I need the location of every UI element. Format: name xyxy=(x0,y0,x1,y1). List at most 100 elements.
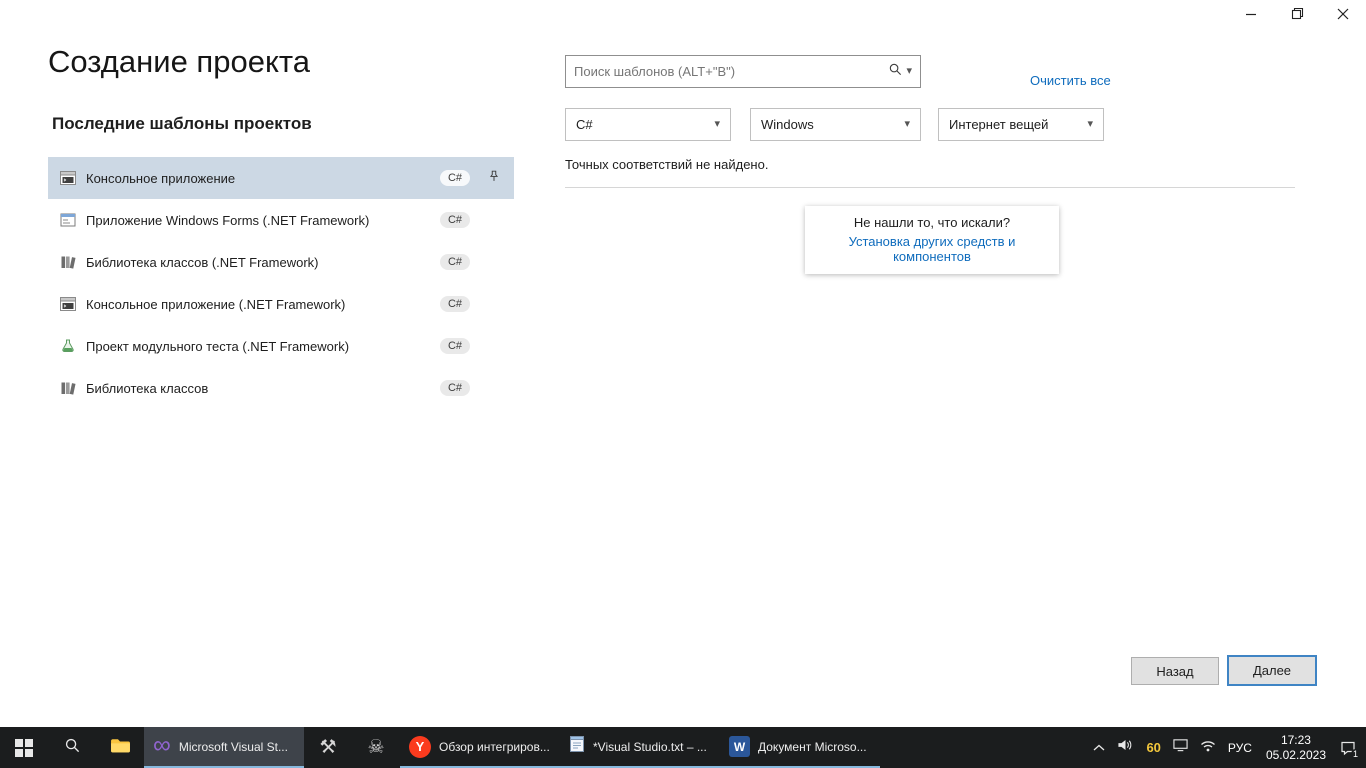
template-label: Приложение Windows Forms (.NET Framework… xyxy=(86,213,430,228)
platform-filter-value: Windows xyxy=(761,117,814,132)
notepad-icon xyxy=(569,735,585,758)
template-row-console-app-netfx[interactable]: Консольное приложение (.NET Framework) C… xyxy=(48,283,514,325)
back-button[interactable]: Назад xyxy=(1131,657,1219,685)
chevron-down-icon: ▾ xyxy=(1087,119,1093,130)
taskbar-app-label: Microsoft Visual St... xyxy=(179,740,295,754)
language-badge: C# xyxy=(440,170,470,186)
speaker-icon xyxy=(1117,738,1134,757)
class-library-icon xyxy=(60,254,76,270)
search-controls: ▾ xyxy=(888,62,912,82)
input-language-label: РУС xyxy=(1228,741,1252,755)
platform-filter-dropdown[interactable]: Windows ▾ xyxy=(750,108,921,141)
search-dropdown-caret-icon[interactable]: ▾ xyxy=(906,66,912,77)
wifi-icon xyxy=(1200,739,1216,757)
taskbar-app-visual-studio[interactable]: ∞ Microsoft Visual St... xyxy=(144,727,304,768)
windows-logo-icon xyxy=(15,739,33,757)
clock-time: 17:23 xyxy=(1281,733,1311,748)
language-filter-dropdown[interactable]: C# ▾ xyxy=(565,108,731,141)
network-button[interactable] xyxy=(1194,727,1222,768)
not-found-box: Не нашли то, что искали? Установка други… xyxy=(805,206,1059,274)
next-button[interactable]: Далее xyxy=(1227,655,1317,686)
class-library-icon xyxy=(60,380,76,396)
notification-icon: 1 xyxy=(1340,740,1356,756)
language-badge: C# xyxy=(440,338,470,354)
fps-counter-value: 60 xyxy=(1146,740,1160,755)
not-found-title: Не нашли то, что искали? xyxy=(813,215,1051,230)
file-explorer-button[interactable] xyxy=(96,727,144,768)
results-divider xyxy=(565,187,1295,188)
yandex-browser-icon: Y xyxy=(409,736,431,758)
taskbar-pinned-skull-game-button[interactable]: ☠ xyxy=(352,727,400,768)
template-label: Библиотека классов (.NET Framework) xyxy=(86,255,430,270)
language-badge: C# xyxy=(440,380,470,396)
pin-icon[interactable] xyxy=(487,169,501,188)
notification-count-badge: 1 xyxy=(1351,749,1360,759)
performance-counter: 60 xyxy=(1140,727,1166,768)
hammer-pick-icon: ⚒ xyxy=(319,738,336,757)
project-type-filter-dropdown[interactable]: Интернет вещей ▾ xyxy=(938,108,1104,141)
unit-test-icon xyxy=(60,338,76,354)
close-button[interactable] xyxy=(1320,0,1366,32)
clock-date: 05.02.2023 xyxy=(1266,748,1326,763)
folder-icon xyxy=(110,737,131,759)
template-row-winforms-app[interactable]: Приложение Windows Forms (.NET Framework… xyxy=(48,199,514,241)
taskbar-clock[interactable]: 17:23 05.02.2023 xyxy=(1258,733,1334,763)
language-filter-value: C# xyxy=(576,117,593,132)
search-input[interactable] xyxy=(574,64,884,79)
language-badge: C# xyxy=(440,296,470,312)
chevron-down-icon: ▾ xyxy=(904,119,910,130)
search-icon[interactable] xyxy=(888,62,903,82)
chevron-down-icon: ▾ xyxy=(714,119,720,130)
template-label: Консольное приложение xyxy=(86,171,430,186)
tray-overflow-button[interactable] xyxy=(1087,727,1111,768)
tray-device-button[interactable] xyxy=(1167,727,1194,768)
visual-studio-icon: ∞ xyxy=(153,733,171,758)
template-label: Консольное приложение (.NET Framework) xyxy=(86,297,430,312)
project-type-filter-value: Интернет вещей xyxy=(949,117,1048,132)
template-row-console-app[interactable]: Консольное приложение C# xyxy=(48,157,514,199)
taskbar: ∞ Microsoft Visual St... ⚒ ☠ Y Обзор инт… xyxy=(0,727,1366,768)
new-project-dialog: Создание проекта Последние шаблоны проек… xyxy=(0,0,1366,768)
minimize-button[interactable] xyxy=(1228,0,1274,32)
chevron-up-icon xyxy=(1093,739,1105,757)
template-search-box[interactable]: ▾ xyxy=(565,55,921,88)
recent-templates-heading: Последние шаблоны проектов xyxy=(52,114,312,134)
language-indicator[interactable]: РУС xyxy=(1222,727,1258,768)
template-row-class-library-netfx[interactable]: Библиотека классов (.NET Framework) C# xyxy=(48,241,514,283)
template-label: Проект модульного теста (.NET Framework) xyxy=(86,339,430,354)
volume-button[interactable] xyxy=(1111,727,1140,768)
word-icon: W xyxy=(729,736,750,757)
clear-all-link[interactable]: Очистить все xyxy=(1030,73,1111,88)
restore-icon xyxy=(1291,7,1304,25)
system-tray: 60 РУС 17:23 05.02.2023 1 xyxy=(1087,727,1366,768)
no-match-text: Точных соответствий не найдено. xyxy=(565,157,768,172)
maximize-button[interactable] xyxy=(1274,0,1320,32)
language-badge: C# xyxy=(440,254,470,270)
page-title: Создание проекта xyxy=(48,44,310,80)
start-button[interactable] xyxy=(0,727,48,768)
skull-icon: ☠ xyxy=(367,738,384,757)
taskbar-app-notepad[interactable]: *Visual Studio.txt – ... xyxy=(560,727,720,768)
search-icon xyxy=(64,737,81,759)
taskbar-app-label: Документ Microso... xyxy=(758,740,871,754)
console-app-icon xyxy=(60,296,76,312)
install-tools-link[interactable]: Установка других средств и компонентов xyxy=(813,234,1051,264)
console-app-icon xyxy=(60,170,76,186)
template-row-class-library[interactable]: Библиотека классов C# xyxy=(48,367,514,409)
monitor-icon xyxy=(1173,738,1188,757)
language-badge: C# xyxy=(440,212,470,228)
winforms-app-icon xyxy=(60,212,76,228)
close-icon xyxy=(1337,7,1349,25)
recent-templates-list: Консольное приложение C# Приложение Wind… xyxy=(48,157,514,409)
taskbar-app-word[interactable]: W Документ Microso... xyxy=(720,727,880,768)
taskbar-search-button[interactable] xyxy=(48,727,96,768)
action-center-button[interactable]: 1 xyxy=(1334,727,1362,768)
minimize-icon xyxy=(1245,7,1257,25)
taskbar-app-yandex-browser[interactable]: Y Обзор интегриров... xyxy=(400,727,560,768)
taskbar-pinned-game-button[interactable]: ⚒ xyxy=(304,727,352,768)
caption-bar xyxy=(1228,0,1366,32)
template-row-unit-test-netfx[interactable]: Проект модульного теста (.NET Framework)… xyxy=(48,325,514,367)
template-label: Библиотека классов xyxy=(86,381,430,396)
taskbar-app-label: *Visual Studio.txt – ... xyxy=(593,740,711,754)
taskbar-app-label: Обзор интегриров... xyxy=(439,740,551,754)
